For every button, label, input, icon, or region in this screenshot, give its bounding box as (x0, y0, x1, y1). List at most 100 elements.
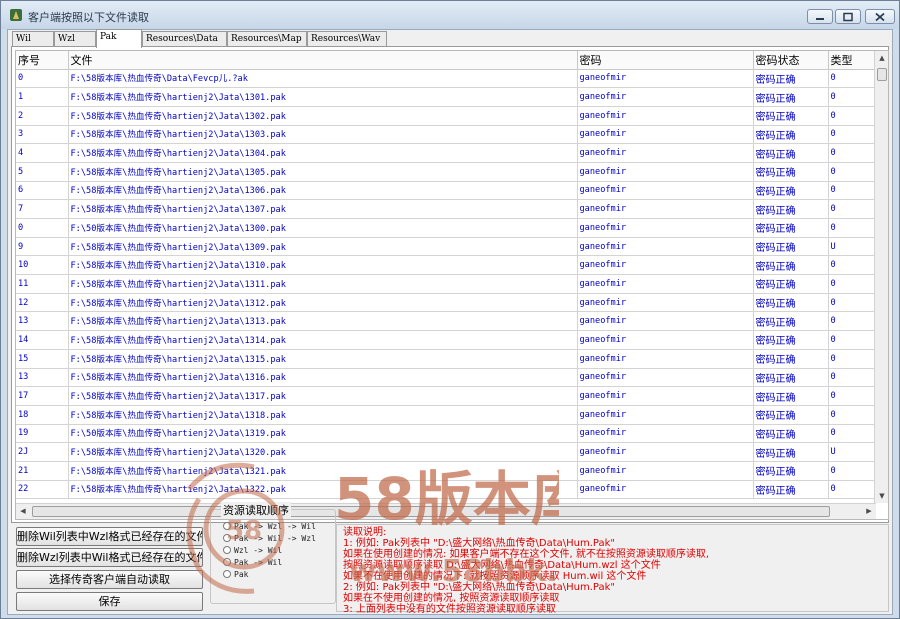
tab-resources-wav[interactable]: Resources\Wav (307, 31, 387, 47)
column-header-password-status[interactable]: 密码状态 (753, 51, 829, 70)
cell-index: 2J (16, 442, 69, 462)
tab-pak[interactable]: Pak (96, 29, 142, 48)
scroll-right-icon[interactable]: ▶ (862, 504, 876, 518)
table-row[interactable]: 17 F:\58版本库\热血传奇\hartienj2\Jata\1317.pak g… (16, 386, 877, 406)
table-row[interactable]: 9 F:\58版本库\热血传奇\hartienj2\Jata\1309.pak ga… (16, 237, 877, 257)
cell-type: 0 (828, 424, 877, 444)
radio-circle-icon (223, 534, 231, 542)
cell-password-status: 密码正确 (753, 199, 829, 219)
cell-index: 13 (16, 368, 69, 388)
cell-index: 3 (16, 125, 69, 145)
table-row[interactable]: 4 F:\58版本库\热血传奇\hartienj2\Jata\1304.pak ga… (16, 143, 877, 163)
cell-password: ganeofmir (577, 125, 754, 145)
radio-option-4[interactable]: Pak -> Wil (223, 558, 282, 568)
cell-password: ganeofmir (577, 106, 754, 126)
scroll-up-icon[interactable]: ▲ (875, 51, 888, 65)
radio-option-1[interactable]: Pak -> Wzl -> Wil (223, 522, 316, 532)
cell-password: ganeofmir (577, 405, 754, 425)
table-row[interactable]: 3 F:\58版本库\热血传奇\hartienj2\Jata\1303.pak ga… (16, 125, 877, 145)
cell-file-path: F:\58版本库\热血传奇\hartienj2\Jata\1314.pak (68, 330, 578, 350)
minimize-button[interactable] (807, 9, 833, 24)
cell-type: 0 (828, 368, 877, 388)
save-button[interactable]: 保存 (16, 592, 203, 611)
tab-resources-data[interactable]: Resources\Data (142, 31, 227, 47)
cell-password: ganeofmir (577, 274, 754, 294)
column-header-type[interactable]: 类型 (828, 51, 877, 70)
table-row[interactable]: 2 F:\58版本库\热血传奇\hartienj2\Jata\1302.pak ga… (16, 106, 877, 126)
vertical-scroll-thumb[interactable] (877, 68, 887, 81)
vertical-scrollbar[interactable]: ▲ ▼ (874, 51, 888, 503)
cell-index: 4 (16, 143, 69, 163)
cell-file-path: F:\58版本库\热血传奇\hartienj2\Jata\1320.pak (68, 442, 578, 462)
file-grid[interactable]: 序号 文件 密码 密码状态 类型 0 F:\58版本库\热血传奇\Data\Fev… (15, 50, 889, 520)
cell-file-path: F:\58版本库\热血传奇\hartienj2\Jata\1307.pak (68, 199, 578, 219)
note-line: 如果在不使用创建的情况, 按照资源读取顺序读取 (343, 593, 560, 604)
cell-type: 0 (828, 293, 877, 313)
cell-index: 19 (16, 424, 69, 444)
column-header-file[interactable]: 文件 (68, 51, 578, 70)
table-row[interactable]: 2J F:\58版本库\热血传奇\hartienj2\Jata\1320.pak g… (16, 442, 877, 462)
table-row[interactable]: 7 F:\58版本库\热血传奇\hartienj2\Jata\1307.pak ga… (16, 199, 877, 219)
table-row[interactable]: 12 F:\58版本库\热血传奇\hartienj2\Jata\1312.pak g… (16, 293, 877, 313)
radio-option-5[interactable]: Pak (223, 570, 248, 580)
table-row[interactable]: 22 F:\58版本库\热血传奇\hartienj2\Jata\1322.pak g… (16, 480, 877, 500)
cell-password-status: 密码正确 (753, 368, 829, 388)
table-row[interactable]: 11 F:\58版本库\热血传奇\hartienj2\Jata\1311.pak g… (16, 274, 877, 294)
scroll-left-icon[interactable]: ◀ (16, 504, 30, 518)
cell-type: 0 (828, 162, 877, 182)
cell-file-path: F:\58版本库\热血传奇\Data\Fevcp儿.?ak (68, 69, 578, 89)
cell-password: ganeofmir (577, 87, 754, 107)
table-row[interactable]: 6 F:\58版本库\热血传奇\hartienj2\Jata\1306.pak ga… (16, 181, 877, 201)
table-row[interactable]: 15 F:\58版本库\热血传奇\hartienj2\Jata\1315.pak g… (16, 349, 877, 369)
horizontal-scroll-thumb[interactable] (32, 506, 830, 517)
table-body: 0 F:\58版本库\热血传奇\Data\Fevcp儿.?ak ganeofmir 密… (16, 69, 877, 500)
table-row[interactable]: 5 F:\58版本库\热血传奇\hartienj2\Jata\1305.pak ga… (16, 162, 877, 182)
cell-password-status: 密码正确 (753, 143, 829, 163)
cell-type: U (828, 442, 877, 462)
note-line: 3: 上面列表中没有的文件按照资源读取顺序读取 (343, 604, 556, 615)
cell-file-path: F:\58版本库\热血传奇\hartienj2\Jata\1309.pak (68, 237, 578, 257)
note-line: 按照资源读取顺序读取 D:\盛大网络\热血传奇\Data\Hum.wzl 这个文… (343, 560, 661, 571)
cell-password-status: 密码正确 (753, 461, 829, 481)
table-row[interactable]: 1 F:\58版本库\热血传奇\hartienj2\Jata\1301.pak ga… (16, 87, 877, 107)
table-row[interactable]: 21 F:\58版本库\热血传奇\hartienj2\Jata\1321.pak g… (16, 461, 877, 481)
table-row[interactable]: 10 F:\58版本库\热血传奇\hartienj2\Jata\1310.pak g… (16, 255, 877, 276)
cell-file-path: F:\58版本库\热血传奇\hartienj2\Jata\1313.pak (68, 311, 578, 332)
cell-password-status: 密码正确 (753, 274, 829, 294)
radio-option-2[interactable]: Pak -> Wil -> Wzl (223, 534, 316, 544)
close-button[interactable] (865, 9, 895, 24)
tab-wzl[interactable]: Wzl (54, 31, 96, 47)
cell-index: 18 (16, 405, 69, 425)
cell-password: ganeofmir (577, 368, 754, 388)
radio-circle-icon (223, 546, 231, 554)
delete-wil-duplicates-button[interactable]: 删除Wil列表中Wzl格式已经存在的文件 (16, 527, 203, 546)
table-row[interactable]: 13 F:\58版本库\热血传奇\hartienj2\Jata\1313.pak g… (16, 311, 877, 332)
column-header-password[interactable]: 密码 (577, 51, 754, 70)
cell-password-status: 密码正确 (753, 424, 829, 444)
auto-read-client-button[interactable]: 选择传奇客户端自动读取 (16, 570, 203, 589)
column-header-index[interactable]: 序号 (16, 51, 69, 70)
cell-file-path: F:\58版本库\热血传奇\hartienj2\Jata\1304.pak (68, 143, 578, 163)
table-row[interactable]: 13 F:\58版本库\热血传奇\hartienj2\Jata\1316.pak g… (16, 368, 877, 388)
cell-password: ganeofmir (577, 330, 754, 350)
maximize-button[interactable] (835, 9, 861, 24)
table-row[interactable]: 0 F:\50版本库\热血传奇\hartienj2\Jata\1300.pak ga… (16, 218, 877, 238)
radio-label: Pak -> Wil (234, 558, 283, 567)
resource-order-title: 资源读取顺序 (221, 502, 291, 518)
cell-index: 6 (16, 181, 69, 201)
table-row[interactable]: 19 F:\50版本库\热血传奇\hartienj2\Jata\1319.pak g… (16, 424, 877, 444)
table-row[interactable]: 18 F:\58版本库\热血传奇\hartienj2\Jata\1318.pak g… (16, 405, 877, 425)
table-row[interactable]: 0 F:\58版本库\热血传奇\Data\Fevcp儿.?ak ganeofmir 密… (16, 69, 877, 89)
cell-password: ganeofmir (577, 461, 754, 481)
cell-type: 0 (828, 218, 877, 238)
cell-file-path: F:\58版本库\热血传奇\hartienj2\Jata\1303.pak (68, 125, 578, 145)
tab-resources-map[interactable]: Resources\Map (227, 31, 307, 47)
table-row[interactable]: 14 F:\58版本库\热血传奇\hartienj2\Jata\1314.pak g… (16, 330, 877, 350)
cell-password-status: 密码正确 (753, 442, 829, 462)
tab-wil[interactable]: Wil (12, 31, 54, 47)
cell-type: 0 (828, 106, 877, 126)
scroll-down-icon[interactable]: ▼ (875, 489, 888, 503)
radio-option-3[interactable]: Wzl -> Wil (223, 546, 282, 556)
delete-wzl-duplicates-button[interactable]: 删除Wzl列表中Wil格式已经存在的文件 (16, 548, 203, 567)
horizontal-scrollbar[interactable]: ◀ ▶ (16, 503, 876, 519)
